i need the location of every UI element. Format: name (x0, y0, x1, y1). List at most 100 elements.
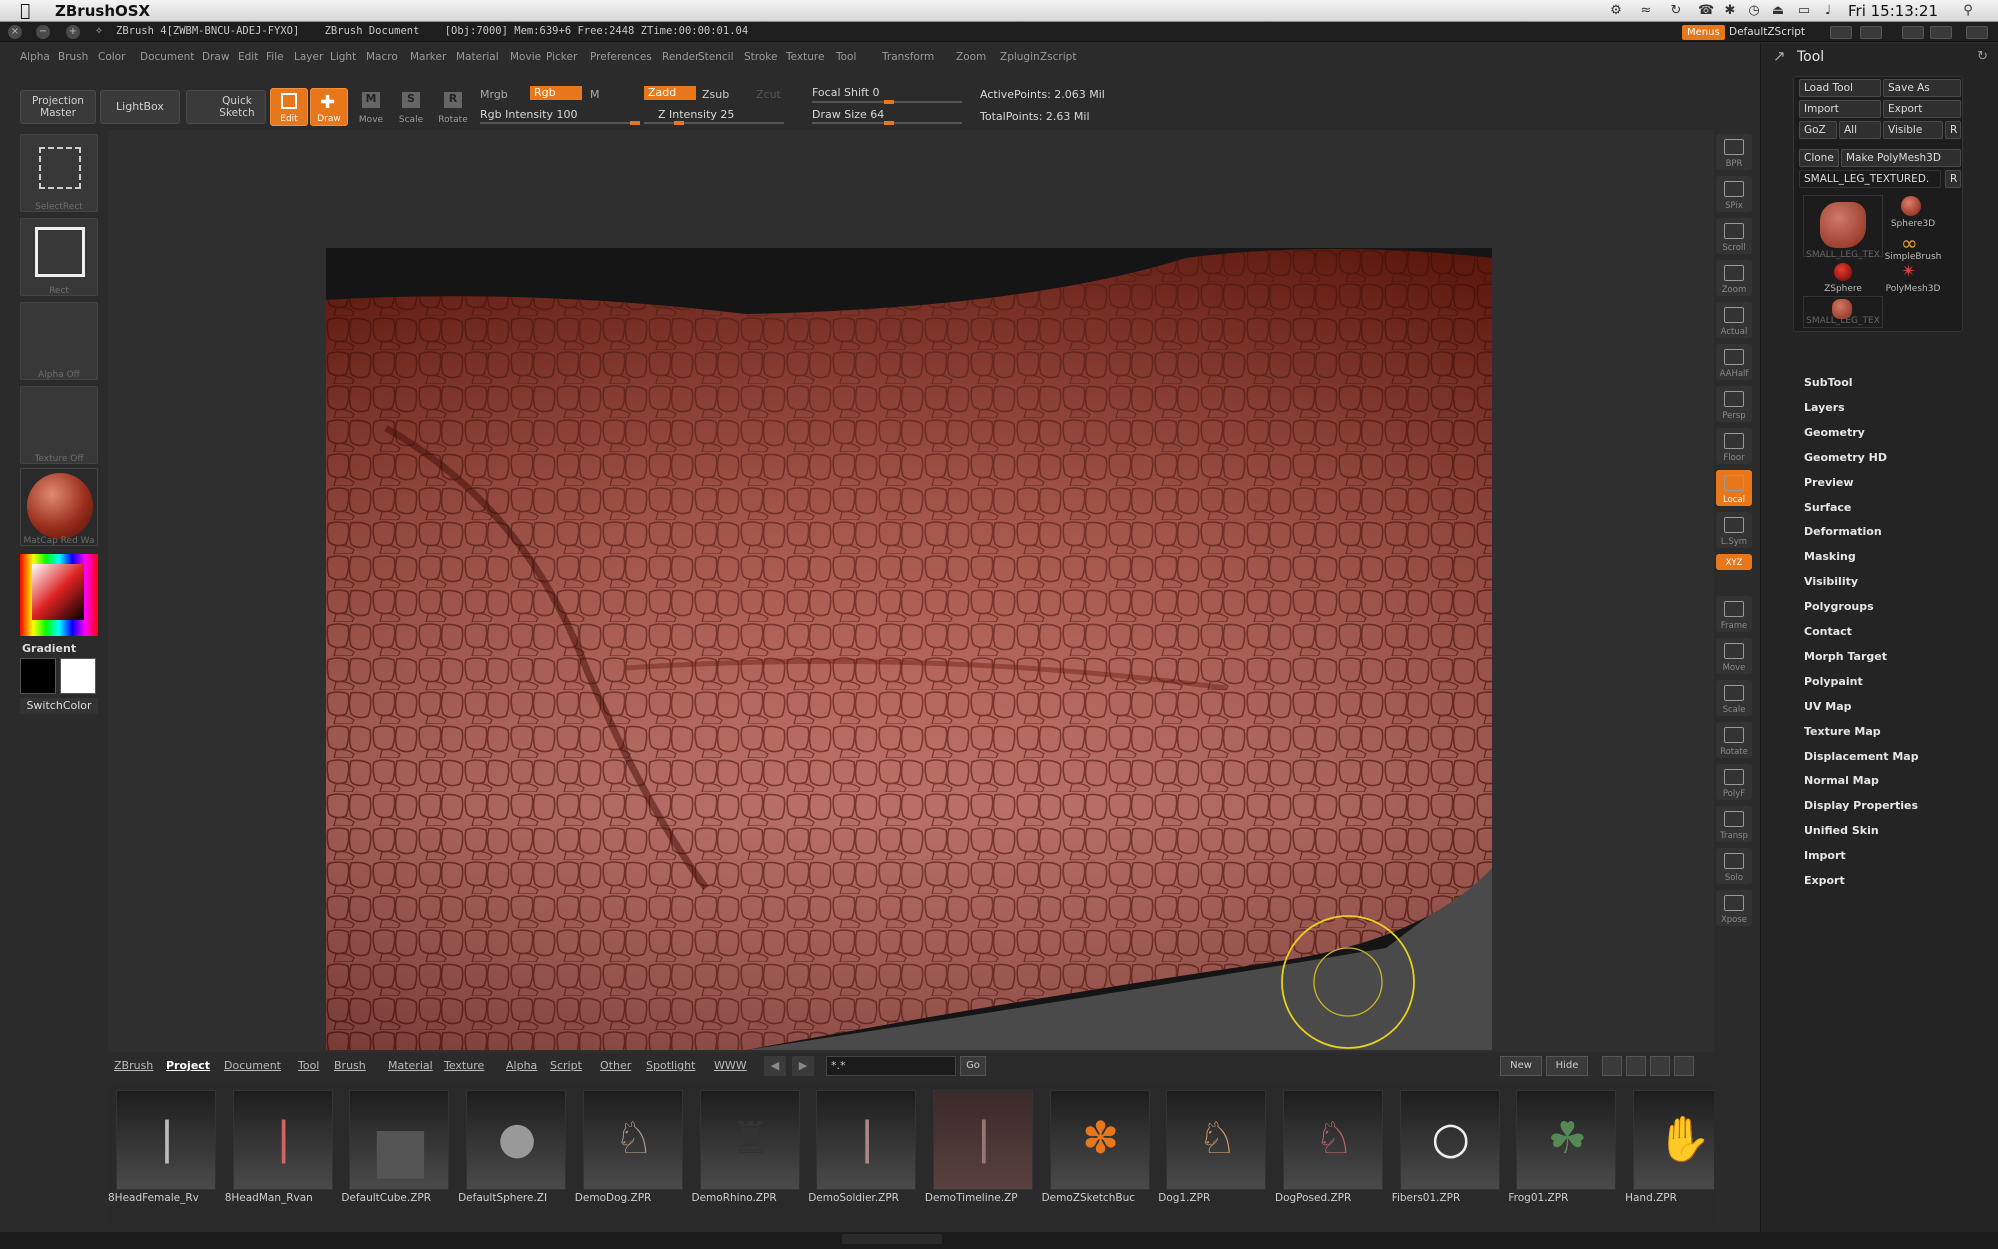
shelf-persp-button[interactable]: Persp (1716, 386, 1752, 422)
tool-section-visibility[interactable]: Visibility (1804, 575, 1858, 588)
rgb-intensity-knob[interactable] (630, 121, 640, 125)
z-intensity-knob[interactable] (674, 121, 684, 125)
new-button[interactable]: New (1500, 1056, 1542, 1076)
view-list-icon[interactable] (1650, 1056, 1670, 1076)
rotate-mode-button[interactable]: R Rotate (434, 88, 472, 126)
menus-button[interactable]: Menus (1682, 25, 1725, 40)
lock-icon[interactable] (1966, 26, 1988, 39)
shelf-xyz-button[interactable]: XYZ (1716, 554, 1752, 570)
volume-icon[interactable]: ♩ (1820, 3, 1836, 19)
lightbox-item-thumbnail[interactable]: ✋ (1633, 1090, 1714, 1190)
export-button[interactable]: Export (1883, 100, 1961, 118)
lightbox-tab-project[interactable]: Project (166, 1059, 210, 1072)
save-as-button[interactable]: Save As (1883, 79, 1961, 97)
palette-dock-icon[interactable]: ↗ (1773, 47, 1786, 65)
menu-brush[interactable]: Brush (58, 51, 88, 63)
menu-macro[interactable]: Macro (366, 51, 398, 63)
sculpt-mesh-render[interactable] (326, 248, 1492, 1050)
menu-zplugin[interactable]: Zplugin (1000, 51, 1040, 63)
rect-stroke[interactable] (20, 218, 98, 296)
tool-section-contact[interactable]: Contact (1804, 625, 1852, 638)
apple-icon[interactable]:  (20, 0, 30, 22)
tool-section-uv-map[interactable]: UV Map (1804, 700, 1852, 713)
zsub-button[interactable]: Zsub (702, 88, 729, 101)
current-tool-r-button[interactable]: R (1945, 170, 1961, 188)
menu-movie[interactable]: Movie (510, 51, 541, 63)
shelf-zoom-button[interactable]: Zoom (1716, 260, 1752, 296)
menu-light[interactable]: Light (330, 51, 356, 63)
time-machine-icon[interactable]: ◷ (1746, 3, 1762, 19)
lightbox-search-input[interactable]: *.* (826, 1056, 956, 1076)
view-medium-icon[interactable] (1626, 1056, 1646, 1076)
zoom-window-icon[interactable]: + (66, 25, 80, 39)
tool-section-geometry[interactable]: Geometry (1804, 426, 1865, 439)
menu-transform[interactable]: Transform (882, 51, 934, 63)
lightbox-item-thumbnail[interactable]: ○ (1399, 1090, 1500, 1190)
zcut-button[interactable]: Zcut (756, 88, 781, 101)
lightbox-item-thumbnail[interactable]: ✽ (1049, 1090, 1150, 1190)
tool-section-masking[interactable]: Masking (1804, 550, 1856, 563)
switchcolor-button[interactable]: SwitchColor (20, 698, 98, 714)
r-button[interactable]: R (1945, 121, 1961, 139)
tool-section-subtool[interactable]: SubTool (1804, 376, 1853, 389)
lightbox-item-thumbnail[interactable]: ■ (349, 1090, 450, 1190)
menu-stencil[interactable]: Stencil (698, 51, 734, 63)
tool-section-texture-map[interactable]: Texture Map (1804, 725, 1881, 738)
menu-draw[interactable]: Draw (202, 51, 229, 63)
make-polymesh3d-button[interactable]: Make PolyMesh3D (1841, 149, 1961, 167)
menu-color[interactable]: Color (98, 51, 125, 63)
shelf-transp-button[interactable]: Transp (1716, 806, 1752, 842)
sync-icon[interactable]: ⚙ (1608, 3, 1624, 19)
restore-icon[interactable] (1930, 26, 1952, 39)
tool-section-layers[interactable]: Layers (1804, 401, 1845, 414)
menu-document[interactable]: Document (140, 51, 194, 63)
tool-section-display-properties[interactable]: Display Properties (1804, 799, 1918, 812)
tool-section-polygroups[interactable]: Polygroups (1804, 600, 1874, 613)
lightbox-tab-alpha[interactable]: Alpha (506, 1059, 537, 1072)
shelf-spix-button[interactable]: SPix (1716, 176, 1752, 212)
tool-section-import[interactable]: Import (1804, 849, 1846, 862)
spotlight-search-icon[interactable]: ⚲ (1960, 3, 1976, 19)
bluetooth-icon[interactable]: ✱ (1722, 3, 1738, 19)
view-detail-icon[interactable] (1674, 1056, 1694, 1076)
polymesh3d-icon[interactable]: ✴ (1901, 261, 1916, 282)
lightbox-item-thumbnail[interactable]: ❘ (816, 1090, 917, 1190)
texture-selector[interactable] (20, 386, 98, 464)
lightbox-tab-tool[interactable]: Tool (298, 1059, 319, 1072)
wifi-icon[interactable]: ≈ (1638, 3, 1654, 19)
menu-picker[interactable]: Picker (546, 51, 577, 63)
visible-button[interactable]: Visible (1883, 121, 1943, 139)
menu-tool[interactable]: Tool (836, 51, 856, 63)
lightbox-tab-document[interactable]: Document (224, 1059, 281, 1072)
m-button[interactable]: M (590, 88, 600, 101)
color-picker[interactable] (20, 554, 98, 636)
lightbox-button[interactable]: LightBox (100, 90, 180, 124)
rgb-intensity-slider[interactable]: Rgb Intensity 100 (480, 108, 577, 121)
current-tool-name[interactable]: SMALL_LEG_TEXTURED. (1799, 170, 1941, 188)
tool-section-polypaint[interactable]: Polypaint (1804, 675, 1863, 688)
eject-icon[interactable]: ⏏ (1770, 3, 1786, 19)
document-canvas[interactable] (326, 248, 1492, 1050)
lightbox-item-thumbnail[interactable]: ♘ (1166, 1090, 1267, 1190)
bottom-tray-handle[interactable] (842, 1234, 942, 1244)
shelf-l-sym-button[interactable]: L.Sym (1716, 512, 1752, 548)
move-mode-button[interactable]: M Move (352, 88, 390, 126)
secondary-color-swatch[interactable] (60, 658, 96, 694)
next-arrow-icon[interactable]: ▶ (792, 1056, 814, 1076)
shelf-local-button[interactable]: Local (1716, 470, 1752, 506)
go-button[interactable]: Go (960, 1056, 986, 1076)
menu-stroke[interactable]: Stroke (744, 51, 777, 63)
menu-render[interactable]: Render (662, 51, 699, 63)
edit-mode-button[interactable]: Edit (270, 88, 308, 126)
tool-section-export[interactable]: Export (1804, 874, 1845, 887)
clone-button[interactable]: Clone (1799, 149, 1839, 167)
lightbox-item-thumbnail[interactable]: ♜ (699, 1090, 800, 1190)
lightbox-tab-www[interactable]: WWW (714, 1059, 747, 1072)
view-small-icon[interactable] (1602, 1056, 1622, 1076)
battery-icon[interactable]: ▭ (1796, 3, 1812, 19)
import-button[interactable]: Import (1799, 100, 1881, 118)
quick-sketch-button[interactable]: Quick Sketch (186, 90, 266, 124)
layout-toggle-icon[interactable] (1830, 26, 1852, 39)
palette-toggle-icon[interactable] (1860, 26, 1882, 39)
lightbox-tab-script[interactable]: Script (550, 1059, 582, 1072)
